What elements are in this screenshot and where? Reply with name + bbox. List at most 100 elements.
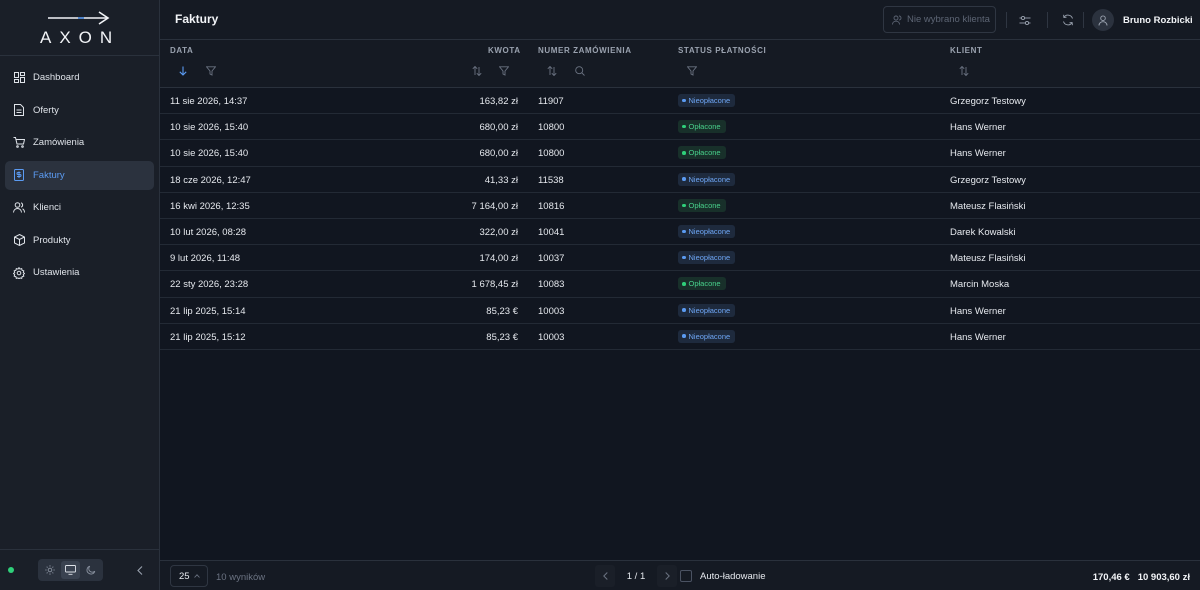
theme-system-button[interactable] xyxy=(60,561,81,579)
table-row[interactable]: 10 sie 2026, 15:40 680,00 zł 10800 Opłacone… xyxy=(160,140,1200,167)
arrow-down-icon xyxy=(179,66,187,76)
search-order-button[interactable] xyxy=(574,65,586,77)
cell-order-number[interactable]: 11907 xyxy=(538,96,564,107)
status-badge: Opłacone xyxy=(678,198,726,212)
client-picker[interactable]: Nie wybrano klienta xyxy=(883,6,996,33)
sidebar-item-oferty[interactable]: Oferty xyxy=(5,96,154,125)
table-row[interactable]: 21 lip 2025, 15:14 85,23 € 10003 Nieopłacon… xyxy=(160,298,1200,324)
status-badge: Opłacone xyxy=(678,146,726,160)
cell-status: Nieopłacone xyxy=(678,303,736,317)
status-dot xyxy=(682,203,686,207)
cell-order-number[interactable]: 10083 xyxy=(538,279,564,290)
sidebar-item-label: Dashboard xyxy=(33,72,80,83)
collapse-sidebar-button[interactable] xyxy=(134,564,146,576)
logo-text: AXON xyxy=(40,28,121,47)
next-page-button[interactable] xyxy=(657,565,677,587)
table-row[interactable]: 10 sie 2026, 15:40 680,00 zł 10800 Opłacone… xyxy=(160,114,1200,141)
sidebar-item-zamowienia[interactable]: Zamówienia xyxy=(5,128,154,157)
table-row[interactable]: 18 cze 2026, 12:47 41,33 zł 11538 Nieopłaco… xyxy=(160,167,1200,193)
sidebar-item-label: Klienci xyxy=(33,202,61,213)
cell-order-number[interactable]: 10816 xyxy=(538,201,564,212)
cell-amount: 85,23 € xyxy=(486,331,518,343)
user-icon xyxy=(892,15,902,25)
client-picker-placeholder: Nie wybrano klienta xyxy=(907,14,990,25)
topbar: Faktury Nie wybrano klienta Bruno Rozbic… xyxy=(160,0,1200,40)
filter-amount-button[interactable] xyxy=(498,65,510,77)
chevron-right-icon xyxy=(664,572,670,580)
refresh-icon xyxy=(1063,14,1073,26)
auto-load-checkbox[interactable] xyxy=(680,570,692,582)
cell-order-number[interactable]: 10037 xyxy=(538,253,564,264)
column-header-client[interactable]: KLIENT xyxy=(950,46,983,55)
cell-order-number[interactable]: 10003 xyxy=(538,332,564,343)
cell-amount: 322,00 zł xyxy=(479,226,518,238)
page-size-value: 25 xyxy=(179,570,190,582)
document-icon xyxy=(13,104,25,116)
user-name[interactable]: Bruno Rozbicki xyxy=(1123,15,1193,26)
cell-order-number[interactable]: 10003 xyxy=(538,306,564,317)
cell-amount: 1 678,45 zł xyxy=(471,279,518,291)
invoice-table-body: 11 sie 2026, 14:37 163,82 zł 11907 Nieopłac… xyxy=(160,88,1200,350)
status-dot xyxy=(682,177,686,181)
cell-amount: 680,00 zł xyxy=(479,148,518,160)
sidebar-item-produkty[interactable]: Produkty xyxy=(5,226,154,255)
refresh-button[interactable] xyxy=(1061,13,1075,27)
column-header-status[interactable]: STATUS PŁATNOŚCI xyxy=(678,46,766,55)
cell-status: Nieopłacone xyxy=(678,251,736,265)
sidebar-item-klienci[interactable]: Klienci xyxy=(5,193,154,222)
moon-icon xyxy=(86,565,96,575)
cell-order-number[interactable]: 10800 xyxy=(538,122,564,133)
cell-amount: 85,23 € xyxy=(486,305,518,317)
cell-order-number[interactable]: 11538 xyxy=(538,175,564,186)
status-badge: Nieopłacone xyxy=(678,329,736,343)
table-row[interactable]: 16 kwi 2026, 12:35 7 164,00 zł 10816 Opłaco… xyxy=(160,193,1200,219)
auto-load-toggle[interactable]: Auto-ładowanie xyxy=(680,570,766,582)
column-header-order[interactable]: NUMER ZAMÓWIENIA xyxy=(538,46,632,55)
cell-order-number[interactable]: 10800 xyxy=(538,148,564,159)
sort-desc-button[interactable] xyxy=(177,65,189,77)
cell-order-number[interactable]: 10041 xyxy=(538,227,564,238)
status-badge: Nieopłacone xyxy=(678,251,736,265)
status-label: Nieopłacone xyxy=(688,226,731,236)
cell-status: Opłacone xyxy=(678,277,726,291)
cell-status: Opłacone xyxy=(678,120,726,134)
cell-status: Nieopłacone xyxy=(678,329,736,343)
theme-light-button[interactable] xyxy=(40,561,60,579)
filter-status-button[interactable] xyxy=(686,65,698,77)
cell-client: Grzegorz Testowy xyxy=(950,174,1026,186)
logo[interactable]: AXON xyxy=(0,0,159,56)
filter-icon xyxy=(499,66,509,76)
cart-icon xyxy=(13,137,25,149)
prev-page-button[interactable] xyxy=(595,565,615,587)
sort-order-button[interactable] xyxy=(546,65,558,77)
sidebar-item-dashboard[interactable]: Dashboard xyxy=(5,63,154,92)
invoice-icon xyxy=(13,169,25,181)
sidebar-item-label: Produkty xyxy=(33,234,71,246)
column-header-date[interactable]: DATA xyxy=(170,46,193,55)
cell-amount: 680,00 zł xyxy=(479,122,518,134)
sort-client-button[interactable] xyxy=(958,65,970,77)
page-indicator: 1 / 1 xyxy=(626,570,646,582)
user-icon xyxy=(1098,14,1108,26)
table-row[interactable]: 10 lut 2026, 08:28 322,00 zł 10041 Nieopłac… xyxy=(160,219,1200,246)
column-header-amount[interactable]: KWOTA xyxy=(488,46,521,55)
table-row[interactable]: 9 lut 2026, 11:48 174,00 zł 10037 Nieopłaco… xyxy=(160,245,1200,272)
status-badge: Nieopłacone xyxy=(678,303,736,317)
pagination: 1 / 1 xyxy=(595,565,677,587)
filter-date-button[interactable] xyxy=(205,65,217,77)
theme-dark-button[interactable] xyxy=(81,561,101,579)
cell-amount: 7 164,00 zł xyxy=(471,200,518,212)
avatar[interactable] xyxy=(1092,9,1114,31)
table-row[interactable]: 11 sie 2026, 14:37 163,82 zł 11907 Nieopłac… xyxy=(160,88,1200,115)
sort-amount-button[interactable] xyxy=(471,65,483,77)
sidebar-item-ustawienia[interactable]: Ustawienia xyxy=(5,258,154,287)
total-eur: 170,46 € xyxy=(1092,572,1130,583)
cell-status: Nieopłacone xyxy=(678,172,736,186)
cell-client: Darek Kowalski xyxy=(950,226,1016,238)
table-row[interactable]: 21 lip 2025, 15:12 85,23 € 10003 Nieopłacon… xyxy=(160,324,1200,350)
table-row[interactable]: 22 sty 2026, 23:28 1 678,45 zł 10083 Opłaco… xyxy=(160,271,1200,298)
page-size-select[interactable]: 25 xyxy=(170,565,208,587)
sidebar-item-faktury[interactable]: Faktury xyxy=(5,160,154,190)
table-header: DATA KWOTA NUMER ZAMÓWIENIA STATUS PŁATN… xyxy=(160,40,1200,88)
filters-button[interactable] xyxy=(1018,13,1032,27)
